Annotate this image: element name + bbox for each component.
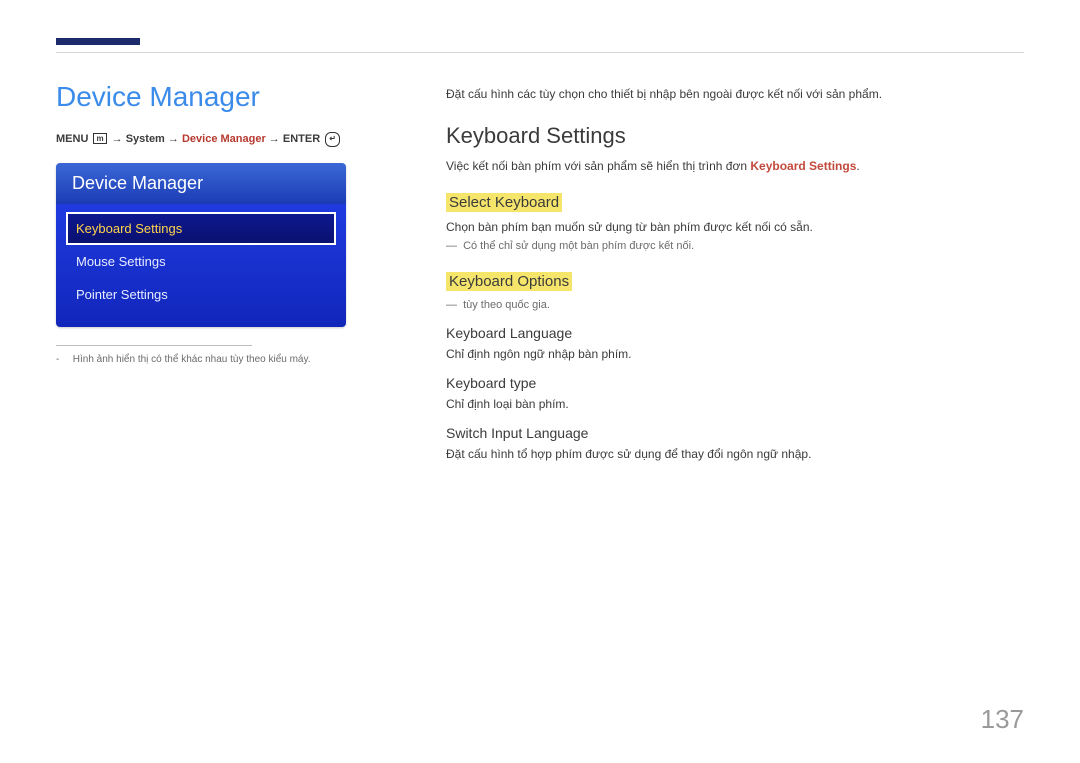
accent-rule <box>56 52 1024 53</box>
footnote: - Hình ảnh hiển thị có thể khác nhau tùy… <box>56 354 396 365</box>
right-column: Đặt cấu hình các tùy chọn cho thiết bị n… <box>446 81 1024 467</box>
para-highlight: Keyboard Settings <box>750 159 856 173</box>
two-column-layout: Device Manager MENU m → System → Device … <box>56 81 1024 467</box>
page: Device Manager MENU m → System → Device … <box>0 0 1080 763</box>
menu-icon: m <box>93 133 106 144</box>
on-screen-menu-title: Device Manager <box>56 163 346 204</box>
note-dash: ― <box>446 299 460 311</box>
menu-item-mouse-settings[interactable]: Mouse Settings <box>66 245 336 278</box>
para-prefix: Việc kết nối bàn phím với sản phẩm sẽ hi… <box>446 159 750 173</box>
heading-keyboard-options: Keyboard Options <box>446 272 572 291</box>
on-screen-menu: Device Manager Keyboard Settings Mouse S… <box>56 163 346 327</box>
menu-item-keyboard-settings[interactable]: Keyboard Settings <box>66 212 336 245</box>
heading-keyboard-settings: Keyboard Settings <box>446 123 1024 149</box>
on-screen-menu-body: Keyboard Settings Mouse Settings Pointer… <box>56 204 346 327</box>
left-column: Device Manager MENU m → System → Device … <box>56 81 396 467</box>
breadcrumb-arrow: → <box>168 133 179 145</box>
intro-text: Đặt cấu hình các tùy chọn cho thiết bị n… <box>446 87 1024 101</box>
para-select-keyboard: Chọn bàn phím bạn muốn sử dụng từ bàn ph… <box>446 220 1024 234</box>
heading-select-keyboard: Select Keyboard <box>446 193 562 212</box>
page-number: 137 <box>981 704 1024 735</box>
note-select-keyboard: ― Có thể chỉ sử dụng một bàn phím được k… <box>446 240 1024 252</box>
note-dash: ― <box>446 240 460 252</box>
heading-keyboard-type: Keyboard type <box>446 375 1024 391</box>
accent-bar <box>56 38 140 45</box>
enter-icon: ↵ <box>325 132 340 147</box>
section-title: Device Manager <box>56 81 396 113</box>
breadcrumb-arrow: → <box>112 133 123 145</box>
footnote-text: Hình ảnh hiển thị có thể khác nhau tùy t… <box>73 354 311 365</box>
note-keyboard-options: ― tùy theo quốc gia. <box>446 299 1024 311</box>
para-suffix: . <box>856 159 859 173</box>
note-text: tùy theo quốc gia. <box>463 299 550 311</box>
footnote-rule <box>56 345 252 346</box>
breadcrumb-menu: MENU <box>56 133 88 145</box>
para-switch-input-language: Đặt cấu hình tổ hợp phím được sử dụng để… <box>446 447 1024 461</box>
note-text: Có thể chỉ sử dụng một bàn phím được kết… <box>463 240 694 252</box>
breadcrumb: MENU m → System → Device Manager → ENTER… <box>56 131 396 149</box>
breadcrumb-arrow: → <box>269 133 280 145</box>
footnote-dash: - <box>56 354 70 365</box>
heading-keyboard-language: Keyboard Language <box>446 325 1024 341</box>
heading-switch-input-language: Switch Input Language <box>446 425 1024 441</box>
para-keyboard-type: Chỉ định loại bàn phím. <box>446 397 1024 411</box>
breadcrumb-device-manager: Device Manager <box>182 133 266 145</box>
para-keyboard-settings: Việc kết nối bàn phím với sản phẩm sẽ hi… <box>446 159 1024 173</box>
breadcrumb-system: System <box>126 133 165 145</box>
menu-item-pointer-settings[interactable]: Pointer Settings <box>66 278 336 311</box>
breadcrumb-enter: ENTER <box>283 133 320 145</box>
para-keyboard-language: Chỉ định ngôn ngữ nhập bàn phím. <box>446 347 1024 361</box>
